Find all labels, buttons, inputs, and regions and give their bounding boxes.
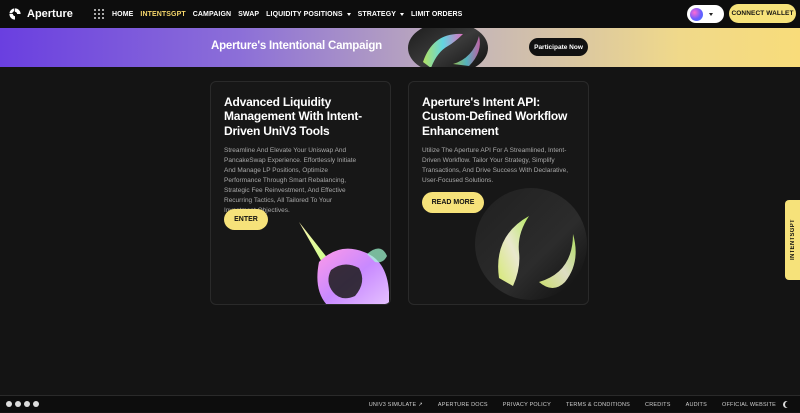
chevron-down-icon — [400, 12, 405, 16]
apps-grid-icon[interactable] — [94, 9, 104, 19]
nav-liquidity-positions-label: LIQUIDITY POSITIONS — [266, 10, 343, 18]
footer-link-credits[interactable]: CREDITS — [645, 402, 671, 408]
nav-swap[interactable]: SWAP — [238, 11, 259, 18]
nav-intentsgpt-label: INTENTSGPT — [140, 10, 186, 18]
card-title: Aperture's Intent API: Custom-Defined Wo… — [422, 95, 568, 138]
footer-link-audits[interactable]: AUDITS — [686, 402, 707, 408]
footer-link-univ3-simulate[interactable]: UNIV3 SIMULATE ↗ — [369, 402, 423, 408]
intentsgpt-side-tab[interactable]: INTENTSGPT — [785, 200, 800, 280]
aperture-3d-logo-art-icon — [475, 188, 587, 300]
footer: UNIV3 SIMULATE ↗ APERTURE DOCS PRIVACY P… — [0, 395, 800, 412]
unicorn-art-icon — [299, 222, 389, 304]
footer-links: UNIV3 SIMULATE ↗ APERTURE DOCS PRIVACY P… — [354, 396, 776, 413]
banner-title: Aperture's Intentional Campaign — [211, 40, 382, 52]
theme-toggle-moon-icon[interactable] — [785, 401, 792, 408]
main-nav: HOME INTENTSGPT CAMPAIGN SWAP LIQUIDITY … — [112, 0, 469, 28]
nav-strategy-label: STRATEGY — [357, 10, 397, 18]
card-title: Advanced Liquidity Management With Inten… — [224, 95, 362, 138]
telegram-icon[interactable] — [6, 401, 12, 407]
nav-intentsgpt[interactable]: INTENTSGPT — [140, 11, 185, 18]
nav-limit-orders[interactable]: LIMIT ORDERS — [411, 11, 462, 18]
discord-icon[interactable] — [24, 401, 30, 407]
card-description: Utilize The Aperture API For A Streamlin… — [422, 147, 569, 185]
logo-text: Aperture — [27, 8, 73, 20]
nav-home[interactable]: HOME — [112, 11, 133, 18]
top-navigation-bar: Aperture HOME INTENTSGPT CAMPAIGN SWAP L… — [0, 0, 800, 28]
nav-campaign[interactable]: CAMPAIGN — [193, 11, 231, 18]
chevron-down-icon — [346, 12, 351, 16]
footer-link-aperture-docs[interactable]: APERTURE DOCS — [438, 402, 488, 408]
participate-now-button[interactable]: Participate Now — [529, 38, 588, 56]
aperture-3d-logo-art-icon — [408, 28, 488, 67]
nav-limit-orders-label: LIMIT ORDERS — [411, 10, 463, 18]
network-selector-button[interactable] — [687, 5, 724, 23]
nav-swap-label: SWAP — [238, 10, 260, 18]
twitter-icon[interactable] — [15, 401, 21, 407]
nav-liquidity-positions[interactable]: LIQUIDITY POSITIONS — [266, 10, 351, 18]
card-description: Streamline And Elevate Your Uniswap And … — [224, 147, 357, 215]
social-links — [6, 401, 42, 407]
liquidity-management-card: Advanced Liquidity Management With Inten… — [210, 81, 391, 305]
side-tab-label: INTENTSGPT — [789, 219, 796, 261]
footer-link-official-website[interactable]: OFFICIAL WEBSITE — [722, 402, 776, 408]
nav-home-label: HOME — [112, 10, 134, 18]
footer-link-terms[interactable]: TERMS & CONDITIONS — [566, 402, 630, 408]
footer-link-privacy-policy[interactable]: PRIVACY POLICY — [503, 402, 551, 408]
intent-api-card: Aperture's Intent API: Custom-Defined Wo… — [408, 81, 589, 305]
chevron-down-icon — [709, 12, 713, 16]
aperture-logo-icon — [9, 8, 21, 20]
campaign-banner: Aperture's Intentional Campaign Particip… — [0, 28, 800, 67]
nav-campaign-label: CAMPAIGN — [192, 10, 232, 18]
enter-button[interactable]: ENTER — [224, 209, 268, 230]
network-avatar-icon — [690, 7, 703, 21]
logo[interactable]: Aperture — [8, 7, 88, 21]
nav-strategy[interactable]: STRATEGY — [357, 10, 405, 18]
connect-wallet-button[interactable]: CONNECT WALLET — [729, 4, 796, 23]
medium-icon[interactable] — [33, 401, 39, 407]
read-more-button[interactable]: READ MORE — [422, 192, 484, 213]
